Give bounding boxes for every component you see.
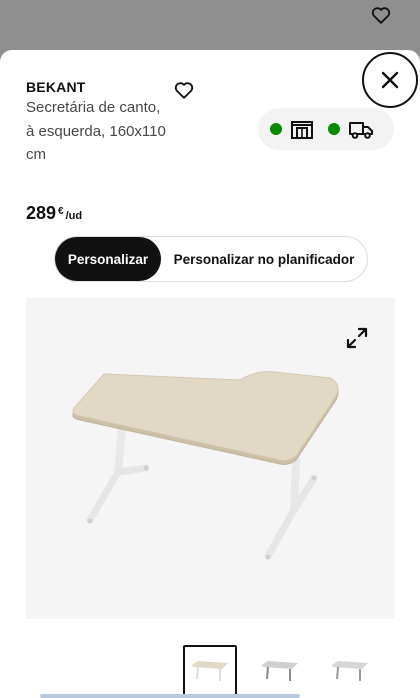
product-name: BEKANT xyxy=(26,79,86,95)
scroll-indicator xyxy=(40,694,300,698)
customize-button[interactable]: Personalizar xyxy=(55,237,161,281)
price-currency: € xyxy=(58,206,64,217)
favorite-heart-icon[interactable] xyxy=(370,4,392,26)
product-description: Secretária de canto, à esquerda, 160x110… xyxy=(26,99,166,163)
truck-icon xyxy=(349,122,373,139)
add-to-favorites-heart-icon[interactable] xyxy=(173,79,195,101)
gallery-thumbnail[interactable] xyxy=(183,645,237,698)
corner-desk-illustration xyxy=(72,371,339,560)
price-value: 289 xyxy=(26,203,57,223)
thumbnail-desk-image xyxy=(262,661,298,681)
gallery-thumbnail[interactable] xyxy=(253,645,307,698)
store-status-dot xyxy=(270,123,282,135)
close-button[interactable] xyxy=(362,52,418,108)
expand-icon[interactable] xyxy=(345,326,369,350)
product-price: 289 € /ud xyxy=(26,203,82,224)
gallery-thumbnail[interactable] xyxy=(323,645,377,698)
thumbnail-desk-image xyxy=(192,661,228,681)
customize-in-planner-button[interactable]: Personalizar no planificador xyxy=(161,237,367,281)
delivery-status-dot xyxy=(328,123,340,135)
store-icon xyxy=(291,121,313,139)
availability-pill[interactable] xyxy=(258,108,394,150)
close-icon xyxy=(381,71,399,89)
price-unit: /ud xyxy=(65,210,83,222)
customize-toggle: Personalizar Personalizar no planificado… xyxy=(54,236,368,282)
thumbnail-desk-image xyxy=(332,661,368,681)
